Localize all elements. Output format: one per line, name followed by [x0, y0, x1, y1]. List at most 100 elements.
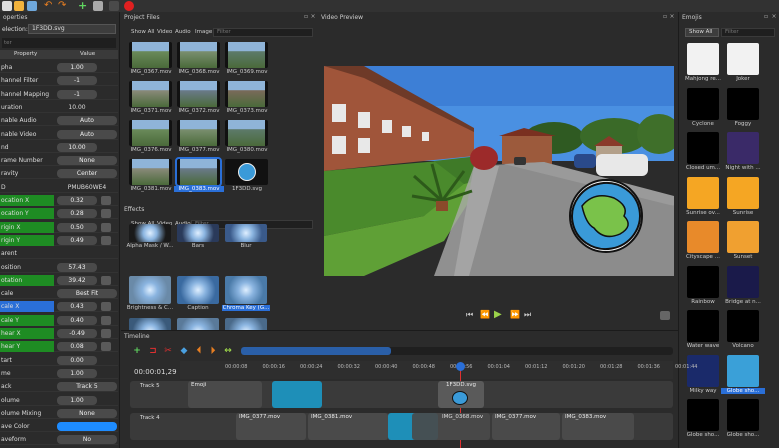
file-thumbnail[interactable] [225, 81, 268, 107]
property-row[interactable]: rame Number None [0, 155, 118, 167]
property-row[interactable]: hear Y 0.08 [0, 341, 118, 353]
export-icon[interactable] [124, 1, 134, 11]
property-row[interactable]: ravity Center [0, 168, 118, 180]
emojis-category-dropdown[interactable]: Show All [685, 28, 719, 37]
selection-dropdown[interactable]: 1F3DD.svg [28, 24, 116, 34]
emoji-thumbnail[interactable] [727, 399, 759, 431]
property-value[interactable]: 0.50 [57, 222, 97, 232]
emoji-thumbnail[interactable] [687, 399, 719, 431]
property-value[interactable]: 0.00 [57, 355, 97, 365]
property-value[interactable]: -1 [57, 89, 97, 99]
previous-marker-icon[interactable]: ⏴ [194, 346, 204, 356]
property-row[interactable]: otation 39.42 [0, 274, 118, 286]
file-thumbnail[interactable] [129, 42, 172, 68]
razor-icon[interactable]: ✂ [163, 346, 173, 356]
file-thumbnail[interactable] [177, 81, 220, 107]
jump-start-icon[interactable]: ⏮ [466, 311, 474, 319]
open-project-icon[interactable] [14, 1, 24, 11]
panel-close-icon[interactable]: × [310, 14, 316, 20]
file-thumbnail[interactable] [175, 157, 222, 187]
effect-thumbnail[interactable] [225, 276, 267, 304]
property-value[interactable]: 0.40 [57, 315, 97, 325]
tab-show-all[interactable]: Show All [131, 28, 154, 37]
property-value[interactable]: 0.32 [57, 196, 97, 205]
effect-thumbnail[interactable] [177, 276, 219, 304]
keyframe-curve-icon[interactable] [101, 342, 111, 352]
property-value[interactable]: Auto [57, 129, 117, 139]
property-row[interactable]: cale X 0.43 [0, 301, 118, 313]
file-thumbnail[interactable] [225, 42, 268, 68]
fullscreen-icon[interactable] [109, 1, 119, 11]
emoji-thumbnail[interactable] [727, 265, 759, 298]
keyframe-curve-icon[interactable] [101, 222, 111, 232]
property-value[interactable]: 57.43 [57, 262, 97, 272]
video-frame[interactable] [324, 66, 674, 276]
emojis-filter-input[interactable]: Filter [721, 28, 775, 37]
property-row[interactable]: arent [0, 248, 118, 260]
keyframe-curve-icon[interactable] [101, 329, 111, 338]
emoji-thumbnail[interactable] [687, 87, 719, 120]
video-clip[interactable]: IMG_0377.mov [236, 413, 306, 440]
emoji-thumbnail[interactable] [727, 132, 759, 164]
file-thumbnail[interactable] [129, 81, 172, 107]
property-row[interactable]: uration 10.00 [0, 102, 118, 113]
property-value[interactable]: No [57, 435, 117, 445]
property-row[interactable]: cale Y 0.40 [0, 314, 118, 326]
file-thumbnail[interactable] [129, 159, 172, 185]
property-value[interactable]: -1 [57, 76, 97, 86]
property-row[interactable]: hannel Filter -1 [0, 75, 118, 87]
property-row[interactable]: nd 10.00 [0, 142, 118, 153]
video-clip[interactable]: IMG_0368.mov [412, 413, 490, 440]
property-value[interactable]: 1.00 [57, 63, 97, 72]
redo-icon[interactable]: ↷ [58, 1, 68, 11]
undo-icon[interactable]: ↶ [44, 1, 54, 11]
video-clip[interactable]: IMG_0381.mov [308, 413, 388, 440]
emojis-float-icon[interactable]: ▫ [763, 14, 769, 20]
zoom-slider-handle[interactable] [241, 347, 391, 355]
choose-profile-icon[interactable] [93, 1, 103, 11]
property-value[interactable]: Best Fit [57, 289, 117, 299]
property-row[interactable]: pha 1.00 [0, 62, 118, 73]
keyframe-curve-icon[interactable] [101, 315, 111, 325]
keyframe-curve-icon[interactable] [101, 275, 111, 285]
play-icon[interactable]: ▶ [494, 310, 504, 320]
property-row[interactable]: nable Audio Auto [0, 115, 118, 127]
jump-end-icon[interactable]: ⏭ [524, 311, 532, 319]
emoji-thumbnail[interactable] [687, 310, 719, 342]
tab-image[interactable]: Image [195, 28, 212, 37]
property-row[interactable]: osition 57.43 [0, 262, 118, 273]
property-value[interactable]: None [57, 156, 117, 166]
preview-float-icon[interactable]: ▫ [662, 14, 668, 20]
property-row[interactable]: cale Best Fit [0, 288, 118, 300]
emoji-thumbnail[interactable] [727, 43, 759, 75]
property-value[interactable]: None [57, 408, 117, 418]
property-value[interactable]: 0.43 [57, 302, 97, 312]
panel-float-icon[interactable]: ▫ [303, 14, 309, 20]
file-thumbnail[interactable] [225, 120, 268, 146]
preview-close-icon[interactable]: × [669, 14, 675, 20]
property-value[interactable]: 10.00 [57, 103, 97, 112]
add-track-icon[interactable]: + [132, 346, 142, 356]
property-value[interactable]: 0.49 [57, 235, 97, 245]
next-marker-icon[interactable]: ⏵ [208, 346, 218, 356]
property-row[interactable]: rigin Y 0.49 [0, 234, 118, 246]
video-clip[interactable]: IMG_0383.mov [562, 413, 634, 440]
tab-audio[interactable]: Audio [175, 28, 191, 37]
save-project-icon[interactable] [27, 1, 37, 11]
effect-thumbnail[interactable] [225, 224, 267, 242]
property-value[interactable]: Track 5 [57, 382, 117, 392]
file-thumbnail[interactable] [177, 120, 220, 146]
zoom-slider[interactable] [241, 347, 673, 355]
property-value[interactable] [57, 249, 97, 258]
emoji-thumbnail[interactable] [687, 265, 719, 298]
playhead-handle[interactable] [456, 362, 465, 371]
center-playhead-icon[interactable]: ↔ [223, 346, 233, 356]
property-row[interactable]: olume Mixing None [0, 408, 118, 419]
keyframe-curve-icon[interactable] [101, 196, 111, 205]
add-marker-icon[interactable]: ◆ [179, 346, 189, 356]
property-row[interactable]: hannel Mapping -1 [0, 89, 118, 100]
emoji-thumbnail[interactable] [727, 354, 759, 387]
emoji-thumbnail[interactable] [687, 132, 719, 164]
property-row[interactable]: olume 1.00 [0, 395, 118, 406]
property-row[interactable]: ave Color [0, 421, 118, 433]
